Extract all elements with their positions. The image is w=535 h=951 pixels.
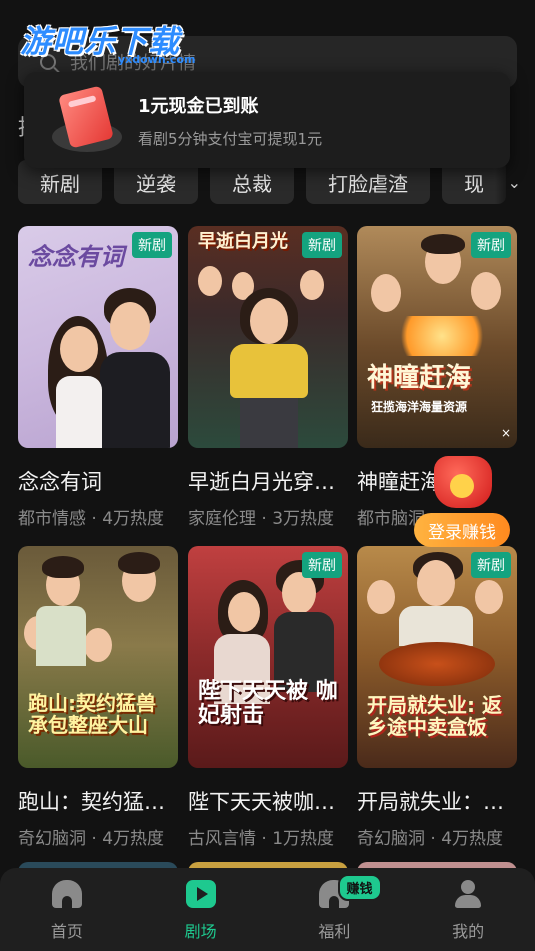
- poster-title-text: 开局就失业: 返乡途中卖盒饭: [367, 693, 502, 739]
- nav-label: 我的: [452, 922, 485, 941]
- new-badge: 新剧: [302, 232, 342, 258]
- drama-meta: 古风言情 · 1万热度: [188, 829, 335, 849]
- poster-title-text: 陛下天天被 咖妃射击: [198, 679, 338, 729]
- drama-poster[interactable]: 开局就失业: 返乡途中卖盒饭 新剧: [357, 546, 517, 768]
- profile-icon: [453, 880, 483, 908]
- new-badge: 新剧: [302, 552, 342, 578]
- nav-label: 福利: [318, 922, 351, 941]
- drama-card[interactable]: 念念有词 新剧 念念有词 都市情感 · 4万热度: [18, 226, 178, 529]
- drama-title: 念念有词: [18, 470, 102, 494]
- drama-poster[interactable]: 神瞳赶海 狂揽海洋海量资源 新剧 ×: [357, 226, 517, 448]
- drama-card[interactable]: 早逝白月光 新剧 早逝白月光穿… 家庭伦理 · 3万热度: [188, 226, 348, 529]
- close-icon[interactable]: ×: [501, 426, 511, 440]
- bottom-nav: 首页 剧场 赚钱 福利 我的: [0, 868, 535, 951]
- drama-meta: 奇幻脑洞 · 4万热度: [18, 829, 165, 849]
- drama-meta: 都市情感 · 4万热度: [18, 509, 165, 529]
- drama-meta: 奇幻脑洞 · 4万热度: [357, 829, 504, 849]
- drama-meta: 家庭伦理 · 3万热度: [188, 509, 335, 529]
- drama-title: 陛下天天被咖…: [188, 790, 335, 814]
- drama-title: 早逝白月光穿…: [188, 470, 335, 494]
- login-earn-button[interactable]: 登录赚钱: [414, 513, 510, 547]
- nav-label: 首页: [50, 922, 83, 941]
- drama-title: 跑山：契约猛…: [18, 790, 165, 814]
- new-badge: 新剧: [132, 232, 172, 258]
- nav-item-home[interactable]: 首页: [0, 868, 134, 951]
- poster-title-text: 神瞳赶海: [367, 363, 472, 393]
- drama-title: 开局就失业：…: [357, 790, 504, 814]
- theater-play-icon: [185, 880, 216, 908]
- toast-subtitle: 看剧5分钟支付宝可提现1元: [138, 130, 323, 148]
- drama-card[interactable]: 跑山:契约猛兽 承包整座大山 跑山：契约猛… 奇幻脑洞 · 4万热度: [18, 546, 178, 849]
- earn-badge: 赚钱: [337, 874, 382, 901]
- toast-title: 1元现金已到账: [138, 96, 259, 117]
- home-icon: [51, 880, 82, 908]
- poster-title-text: 跑山:契约猛兽 承包整座大山: [28, 691, 156, 737]
- poster-subtitle-text: 狂揽海洋海量资源: [371, 400, 468, 414]
- cash-toast: 1元现金已到账 看剧5分钟支付宝可提现1元: [24, 72, 510, 168]
- drama-poster[interactable]: 早逝白月光 新剧: [188, 226, 348, 448]
- drama-card[interactable]: 开局就失业: 返乡途中卖盒饭 新剧 开局就失业：… 奇幻脑洞 · 4万热度: [357, 546, 517, 849]
- red-packet-icon[interactable]: [428, 452, 498, 512]
- new-badge: 新剧: [471, 552, 511, 578]
- new-badge: 新剧: [471, 232, 511, 258]
- nav-label: 剧场: [184, 922, 217, 941]
- nav-item-welfare[interactable]: 赚钱 福利: [268, 868, 402, 951]
- drama-card[interactable]: 陛下天天被 咖妃射击 新剧 陛下天天被咖… 古风言情 · 1万热度: [188, 546, 348, 849]
- red-ticket-icon: [52, 85, 122, 152]
- nav-item-profile[interactable]: 我的: [401, 868, 535, 951]
- drama-poster[interactable]: 念念有词 新剧: [18, 226, 178, 448]
- drama-poster[interactable]: 陛下天天被 咖妃射击 新剧: [188, 546, 348, 768]
- nav-item-theater[interactable]: 剧场: [134, 868, 268, 951]
- drama-poster[interactable]: 跑山:契约猛兽 承包整座大山: [18, 546, 178, 768]
- watermark-url: yxdown.com: [118, 53, 196, 66]
